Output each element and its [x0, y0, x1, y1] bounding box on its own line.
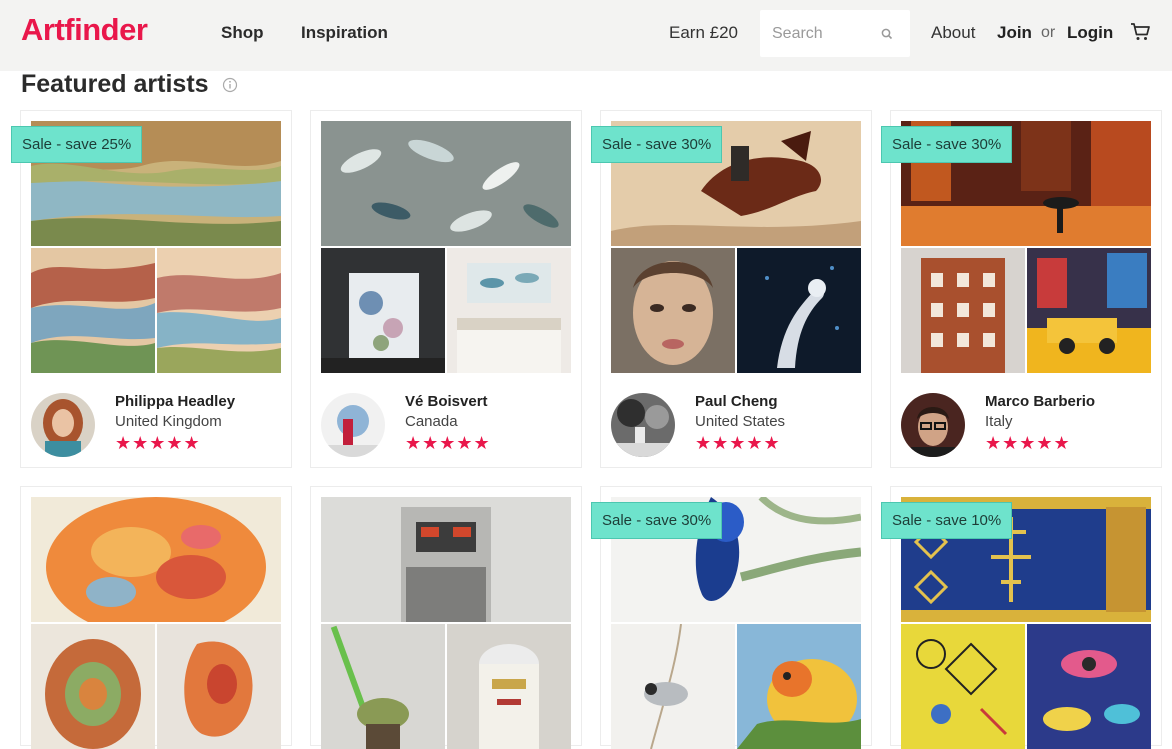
artist-name[interactable]: Paul Cheng [695, 393, 778, 410]
artist-name[interactable]: Marco Barberio [985, 393, 1095, 410]
info-icon[interactable] [222, 77, 238, 93]
join-link[interactable]: Join [997, 23, 1032, 43]
artfinder-logo[interactable]: Artfinder [21, 12, 148, 48]
sale-badge: Sale - save 30% [591, 502, 723, 539]
artist-card[interactable]: Sale - save 30% Paul Cheng United States… [591, 110, 872, 468]
artwork-image[interactable] [611, 624, 735, 749]
artist-country: Italy [985, 413, 1013, 430]
artist-card[interactable]: Vé Boisvert Canada ★★★★★ [310, 110, 582, 468]
star-rating: ★★★★★ [985, 433, 1071, 453]
artist-country: Canada [405, 413, 458, 430]
artwork-image[interactable] [611, 248, 735, 373]
about-link[interactable]: About [931, 23, 975, 43]
artist-name[interactable]: Philippa Headley [115, 393, 235, 410]
sale-badge: Sale - save 30% [591, 126, 723, 163]
artwork-image[interactable] [447, 624, 571, 749]
artwork-image[interactable] [1027, 624, 1151, 749]
star-rating: ★★★★★ [405, 433, 491, 453]
artwork-image[interactable] [321, 624, 445, 749]
section-title: Featured artists [21, 70, 209, 98]
artist-card[interactable]: Sale - save 30% [591, 486, 872, 749]
artist-card[interactable]: Sale - save 10% [881, 486, 1162, 749]
or-text: or [1041, 24, 1056, 41]
star-rating: ★★★★★ [695, 433, 781, 453]
avatar[interactable] [901, 393, 965, 457]
artist-name[interactable]: Vé Boisvert [405, 393, 488, 410]
artwork-image[interactable] [321, 121, 571, 246]
earn-referral-link[interactable]: Earn £20 [669, 23, 738, 43]
artwork-image[interactable] [737, 248, 861, 373]
artist-card[interactable]: Sale - save 30% Marco Barberio Italy ★★★… [881, 110, 1162, 468]
avatar[interactable] [31, 393, 95, 457]
artwork-image[interactable] [447, 248, 571, 373]
artwork-image[interactable] [157, 624, 281, 749]
artwork-image[interactable] [737, 624, 861, 749]
sale-badge: Sale - save 30% [881, 126, 1013, 163]
nav-inspiration-link[interactable]: Inspiration [301, 23, 388, 43]
artwork-image[interactable] [901, 624, 1025, 749]
avatar[interactable] [611, 393, 675, 457]
avatar[interactable] [321, 393, 385, 457]
nav-shop-link[interactable]: Shop [221, 23, 264, 43]
artwork-image[interactable] [1027, 248, 1151, 373]
artwork-image[interactable] [31, 248, 155, 373]
artist-country: United Kingdom [115, 413, 222, 430]
cart-icon[interactable] [1130, 21, 1152, 43]
artist-card[interactable] [20, 486, 292, 749]
sale-badge: Sale - save 25% [11, 126, 143, 163]
site-header: Artfinder Shop Inspiration Earn £20 Abou… [0, 0, 1172, 71]
artist-country: United States [695, 413, 786, 430]
artwork-image[interactable] [321, 248, 445, 373]
star-rating: ★★★★★ [115, 433, 201, 453]
artist-card[interactable]: Sale - save 25% Philippa Headley United … [11, 110, 292, 468]
artwork-image[interactable] [901, 248, 1025, 373]
artist-card[interactable] [310, 486, 582, 749]
artwork-image[interactable] [31, 497, 281, 622]
login-link[interactable]: Login [1067, 23, 1113, 43]
sale-badge: Sale - save 10% [881, 502, 1013, 539]
search-box [760, 10, 910, 57]
artwork-image[interactable] [157, 248, 281, 373]
search-input[interactable] [760, 10, 878, 57]
search-icon[interactable] [880, 27, 894, 41]
artwork-image[interactable] [321, 497, 571, 622]
artwork-image[interactable] [31, 624, 155, 749]
